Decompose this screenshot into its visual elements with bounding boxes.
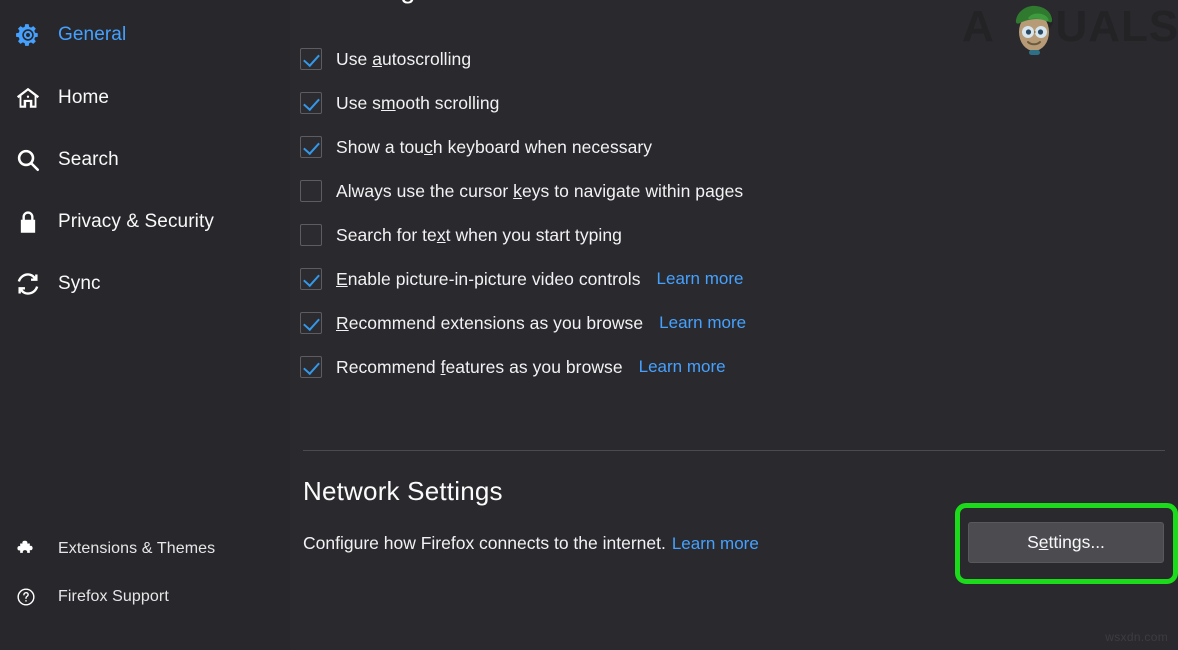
sidebar-item-home[interactable]: Home — [14, 81, 109, 115]
checkbox-recommend-extensions[interactable] — [300, 312, 322, 334]
checkbox-cursor-keys-navigate[interactable] — [300, 180, 322, 202]
lock-icon — [14, 208, 42, 236]
checkbox-label: Use autoscrolling — [336, 48, 472, 69]
sidebar-item-label: Home — [58, 87, 110, 108]
network-settings-description: Configure how Firefox connects to the in… — [303, 533, 759, 554]
checkbox-row-recommend-features[interactable]: Recommend features as you browse Learn m… — [300, 354, 726, 380]
search-icon — [14, 146, 42, 174]
sidebar-item-search[interactable]: Search — [14, 143, 119, 177]
sidebar-item-label: Sync — [58, 273, 101, 294]
sidebar-item-sync[interactable]: Sync — [14, 267, 101, 301]
checkbox-use-autoscrolling[interactable] — [300, 48, 322, 70]
checkbox-label: Show a touch keyboard when necessary — [336, 136, 653, 157]
checkbox-row-search-text-on-typing[interactable]: Search for text when you start typing — [300, 222, 622, 248]
checkbox-label: Use smooth scrolling — [336, 92, 500, 113]
checkbox-show-touch-keyboard[interactable] — [300, 136, 322, 158]
learn-more-link-features[interactable]: Learn more — [639, 357, 726, 377]
firefox-preferences-window: General Home Search Privacy & Security S… — [0, 0, 1178, 650]
checkbox-label: Always use the cursor keys to navigate w… — [336, 180, 744, 201]
checkbox-row-use-smooth-scrolling[interactable]: Use smooth scrolling — [300, 90, 499, 116]
checkbox-row-recommend-extensions[interactable]: Recommend extensions as you browse Learn… — [300, 310, 746, 336]
checkbox-label: Recommend extensions as you browse — [336, 312, 644, 333]
question-circle-icon — [14, 585, 38, 609]
sidebar-item-extensions-themes[interactable]: Extensions & Themes — [14, 532, 215, 566]
sidebar-item-firefox-support[interactable]: Firefox Support — [14, 580, 169, 614]
checkbox-search-text-on-typing[interactable] — [300, 224, 322, 246]
checkbox-use-smooth-scrolling[interactable] — [300, 92, 322, 114]
checkbox-picture-in-picture[interactable] — [300, 268, 322, 290]
section-divider — [303, 450, 1165, 451]
wsxdn-watermark: wsxdn.com — [1105, 630, 1168, 644]
sync-icon — [14, 270, 42, 298]
home-icon — [14, 84, 42, 112]
checkbox-label: Search for text when you start typing — [336, 224, 622, 245]
checkbox-row-show-touch-keyboard[interactable]: Show a touch keyboard when necessary — [300, 134, 652, 160]
sidebar-item-label: Firefox Support — [58, 588, 169, 605]
sidebar-item-label: Privacy & Security — [58, 211, 214, 232]
network-description-text: Configure how Firefox connects to the in… — [303, 533, 666, 553]
sidebar-item-privacy-security[interactable]: Privacy & Security — [14, 205, 214, 239]
checkbox-row-use-autoscrolling[interactable]: Use autoscrolling — [300, 46, 471, 72]
browsing-section-heading: Browsing — [303, 0, 416, 5]
sidebar-item-label: Search — [58, 149, 119, 170]
gear-icon — [14, 21, 42, 49]
learn-more-link-network[interactable]: Learn more — [672, 534, 759, 553]
learn-more-link-pip[interactable]: Learn more — [657, 269, 744, 289]
checkbox-label: Enable picture-in-picture video controls — [336, 268, 641, 289]
learn-more-link-extensions[interactable]: Learn more — [659, 313, 746, 333]
checkbox-recommend-features[interactable] — [300, 356, 322, 378]
sidebar-item-label: Extensions & Themes — [58, 540, 216, 557]
sidebar: General Home Search Privacy & Security S… — [0, 0, 290, 650]
checkbox-row-cursor-keys-navigate[interactable]: Always use the cursor keys to navigate w… — [300, 178, 743, 204]
checkbox-row-picture-in-picture[interactable]: Enable picture-in-picture video controls… — [300, 266, 743, 292]
sidebar-item-label: General — [58, 24, 127, 45]
network-settings-button[interactable]: Se ttings... — [968, 522, 1164, 563]
sidebar-item-general[interactable]: General — [14, 18, 126, 52]
checkbox-label: Recommend features as you browse — [336, 356, 623, 377]
network-settings-title: Network Settings — [303, 476, 503, 506]
puzzle-piece-icon — [14, 537, 38, 561]
